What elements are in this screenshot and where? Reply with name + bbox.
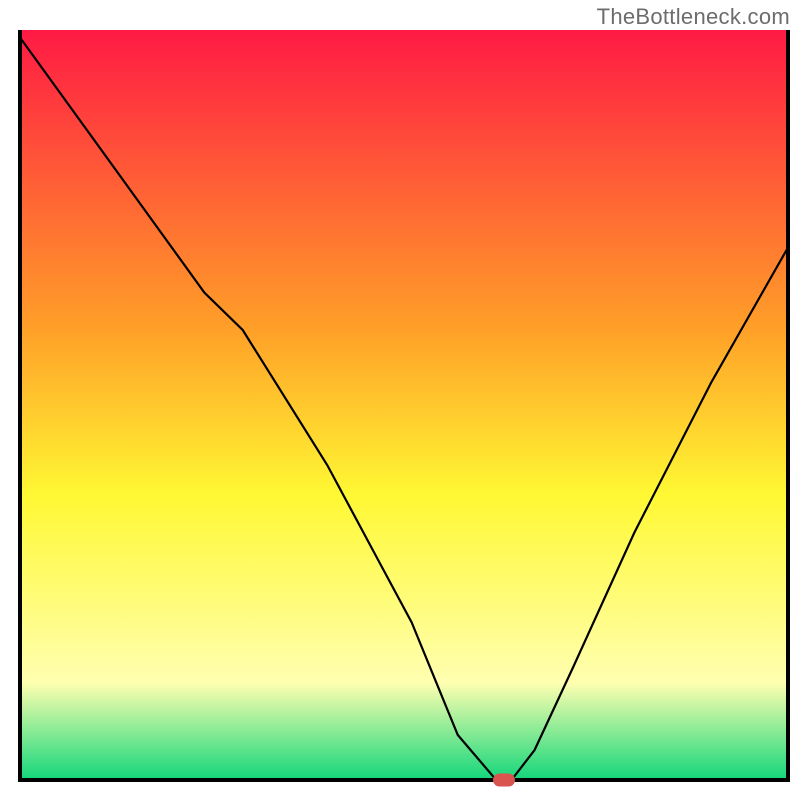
watermark-label: TheBottleneck.com <box>597 4 790 30</box>
bottleneck-chart <box>0 0 800 800</box>
optimum-marker <box>493 774 515 787</box>
chart-gradient-background <box>20 30 788 780</box>
chart-container: TheBottleneck.com <box>0 0 800 800</box>
